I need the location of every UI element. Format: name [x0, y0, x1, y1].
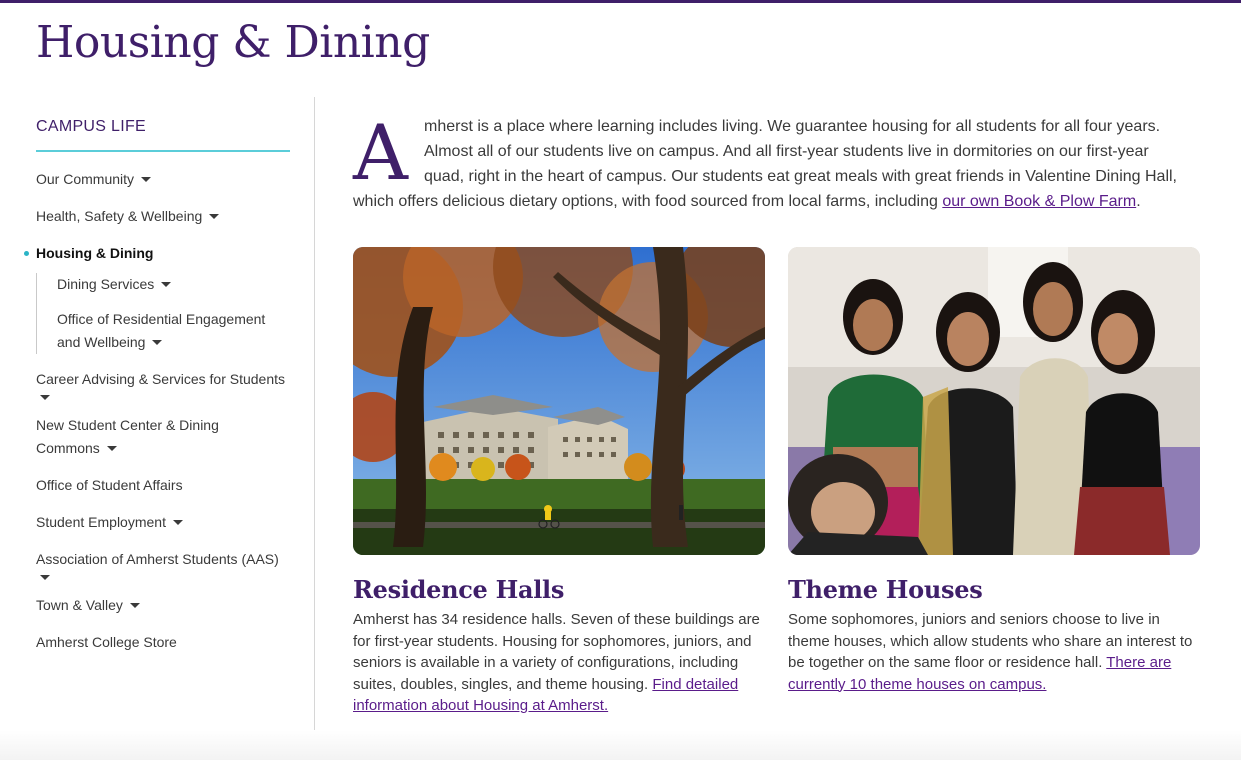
sidebar-item-label[interactable]: Dining Services — [57, 276, 154, 292]
sidebar-item-label[interactable]: Career Advising & Services for Students — [36, 371, 285, 387]
page-title: Housing & Dining — [36, 17, 430, 68]
sidebar-divider — [36, 150, 290, 152]
sidebar-item-health-safety[interactable]: Health, Safety & Wellbeing — [36, 205, 292, 228]
sidebar-item-housing-dining[interactable]: Housing & Dining — [24, 242, 292, 265]
chevron-down-icon[interactable] — [40, 575, 50, 580]
sidebar-item-label[interactable]: Town & Valley — [36, 597, 123, 613]
card-title: Theme Houses — [788, 575, 983, 604]
theme-house-students-photo — [788, 247, 1200, 555]
sidebar-item-label[interactable]: Student Employment — [36, 514, 166, 530]
sidebar-subnav: Dining Services Office of Residential En… — [36, 273, 292, 354]
chevron-down-icon[interactable] — [141, 176, 152, 182]
sidebar-item-town-valley[interactable]: Town & Valley — [36, 594, 292, 617]
sidebar-item-aas[interactable]: Association of Amherst Students (AAS) — [36, 548, 292, 580]
chevron-down-icon[interactable] — [152, 339, 163, 345]
sidebar-divider-line — [314, 97, 315, 760]
chevron-down-icon[interactable] — [40, 395, 50, 400]
sidebar-item-label[interactable]: New Student Center & Dining Commons — [36, 417, 219, 456]
sidebar-subitem-residential-engagement[interactable]: Office of Residential Engagement and Wel… — [57, 308, 287, 354]
chevron-down-icon[interactable] — [129, 602, 140, 608]
chevron-down-icon[interactable] — [209, 213, 220, 219]
chevron-down-icon[interactable] — [172, 519, 183, 525]
card-theme-houses: Theme Houses Some sophomores, juniors an… — [788, 247, 1200, 695]
card-description: Some sophomores, juniors and seniors cho… — [788, 609, 1200, 695]
sidebar-item-student-affairs[interactable]: Office of Student Affairs — [36, 474, 292, 497]
sidebar-item-label[interactable]: Health, Safety & Wellbeing — [36, 208, 202, 224]
residence-hall-photo — [353, 247, 765, 555]
card-residence-halls: Residence Halls Amherst has 34 residence… — [353, 247, 765, 717]
sidebar-item-college-store[interactable]: Amherst College Store — [36, 631, 292, 654]
sidebar-item-label[interactable]: Housing & Dining — [36, 245, 153, 261]
sidebar-item-label[interactable]: Amherst College Store — [36, 634, 177, 650]
chevron-down-icon[interactable] — [161, 281, 172, 287]
intro-paragraph: Amherst is a place where learning includ… — [353, 114, 1193, 214]
card-title: Residence Halls — [353, 575, 565, 604]
top-accent-bar — [0, 0, 1241, 3]
sidebar-item-our-community[interactable]: Our Community — [36, 168, 292, 191]
page-bottom-fade — [0, 730, 1241, 760]
drop-cap: A — [353, 108, 408, 197]
book-plow-farm-link[interactable]: our own Book & Plow Farm — [942, 193, 1136, 210]
sidebar-item-label[interactable]: Our Community — [36, 171, 134, 187]
sidebar-item-career-advising[interactable]: Career Advising & Services for Students — [36, 368, 292, 400]
sidebar-nav: CAMPUS LIFE Our Community Health, Safety… — [24, 110, 292, 668]
card-description: Amherst has 34 residence halls. Seven of… — [353, 609, 765, 717]
sidebar-item-label[interactable]: Office of Student Affairs — [36, 477, 183, 493]
sidebar-subitem-dining-services[interactable]: Dining Services — [57, 273, 292, 296]
intro-end: . — [1136, 193, 1141, 210]
chevron-down-icon[interactable] — [106, 445, 117, 451]
sidebar-heading: CAMPUS LIFE — [36, 118, 146, 135]
sidebar-item-label[interactable]: Association of Amherst Students (AAS) — [36, 551, 279, 567]
sidebar-item-new-student-center[interactable]: New Student Center & Dining Commons — [36, 414, 236, 460]
sidebar-item-student-employment[interactable]: Student Employment — [36, 511, 292, 534]
